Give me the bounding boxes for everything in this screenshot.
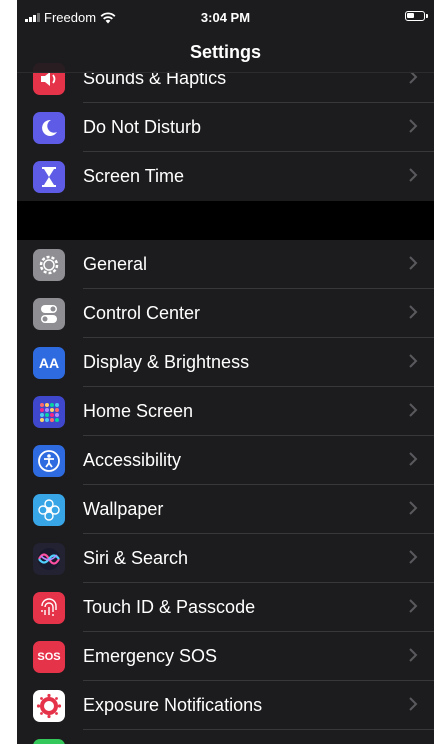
settings-row-wallpaper[interactable]: Wallpaper [17,485,434,534]
chevron-right-icon [409,403,418,417]
gear-icon [33,249,65,281]
settings-row-do-not-disturb[interactable]: Do Not Disturb [17,103,434,152]
chevron-right-icon [409,354,418,368]
row-label: Wallpaper [83,499,164,519]
battery-icon [405,11,428,21]
settings-row-display-brightness[interactable]: AA Display & Brightness [17,338,434,387]
page-title: Settings [17,34,434,73]
accessibility-icon [33,445,65,477]
settings-row-touch-id-passcode[interactable]: Touch ID & Passcode [17,583,434,632]
chevron-right-icon [409,648,418,662]
chevron-right-icon [409,550,418,564]
fingerprint-icon [33,592,65,624]
row-label: Screen Time [83,166,185,186]
settings-row-next[interactable] [17,730,434,744]
moon-icon [33,112,65,144]
row-label: Exposure Notifications [83,695,263,715]
toggles-icon [33,298,65,330]
app-grid-icon [33,396,65,428]
row-label: Siri & Search [83,548,189,568]
text-size-icon: AA [33,347,65,379]
settings-row-general[interactable]: General [17,240,434,289]
phone-screen: Freedom 3:04 PM Settings Sounds & Haptic… [17,0,434,744]
settings-row-accessibility[interactable]: Accessibility [17,436,434,485]
row-label: General [83,254,148,274]
settings-row-screen-time[interactable]: Screen Time [17,152,434,201]
sos-icon: SOS [33,641,65,673]
status-bar: Freedom 3:04 PM [17,0,434,34]
chevron-right-icon [409,697,418,711]
settings-row-control-center[interactable]: Control Center [17,289,434,338]
siri-icon [33,543,65,575]
chevron-right-icon [409,119,418,133]
row-label: Touch ID & Passcode [83,597,256,617]
flower-icon [33,494,65,526]
settings-row-siri-search[interactable]: Siri & Search [17,534,434,583]
row-label: Do Not Disturb [83,117,202,137]
settings-row-emergency-sos[interactable]: SOS Emergency SOS [17,632,434,681]
row-label: Home Screen [83,401,194,421]
settings-row-exposure-notifications[interactable]: Exposure Notifications [17,681,434,730]
row-label: Control Center [83,303,201,323]
settings-row-home-screen[interactable]: Home Screen [17,387,434,436]
chevron-right-icon [409,305,418,319]
chevron-right-icon [409,501,418,515]
section-gap [17,201,434,240]
status-time: 3:04 PM [200,10,251,25]
app-icon [33,739,65,744]
row-label: Accessibility [83,450,182,470]
row-label: Emergency SOS [83,646,218,666]
hourglass-icon [33,161,65,193]
exposure-icon [33,690,65,722]
chevron-right-icon [409,168,418,182]
row-label: Display & Brightness [83,352,250,372]
chevron-right-icon [409,256,418,270]
chevron-right-icon [409,599,418,613]
chevron-right-icon [409,452,418,466]
